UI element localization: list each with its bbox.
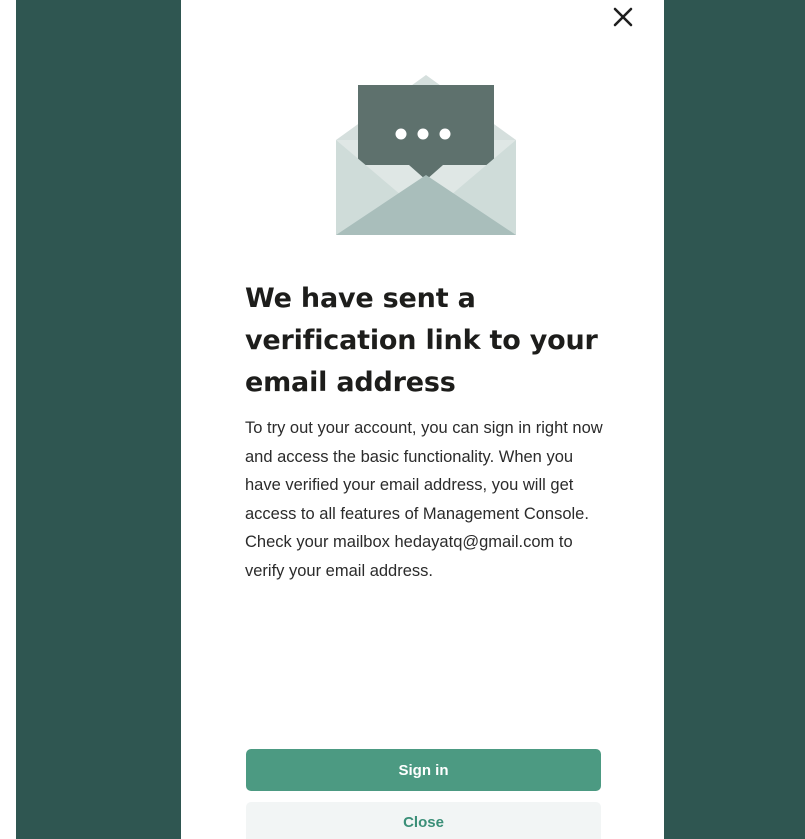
body-paragraph-check-mailbox: Check your mailbox hedayatq@gmail.com to… [245, 533, 573, 580]
overlay-backdrop-right[interactable] [664, 0, 805, 839]
body-paragraph-account-access: To try out your account, you can sign in… [245, 419, 603, 523]
verification-dialog: We have sent a verification link to your… [181, 0, 664, 839]
sign-in-button[interactable]: Sign in [246, 749, 601, 791]
screen: We have sent a verification link to your… [0, 0, 805, 839]
overlay-backdrop-left[interactable] [16, 0, 181, 839]
dialog-title: We have sent a verification link to your… [245, 283, 598, 398]
envelope-message-icon [336, 75, 516, 235]
close-icon[interactable] [608, 2, 638, 32]
close-button[interactable]: Close [246, 802, 601, 839]
dialog-body: To try out your account, you can sign in… [245, 414, 605, 585]
